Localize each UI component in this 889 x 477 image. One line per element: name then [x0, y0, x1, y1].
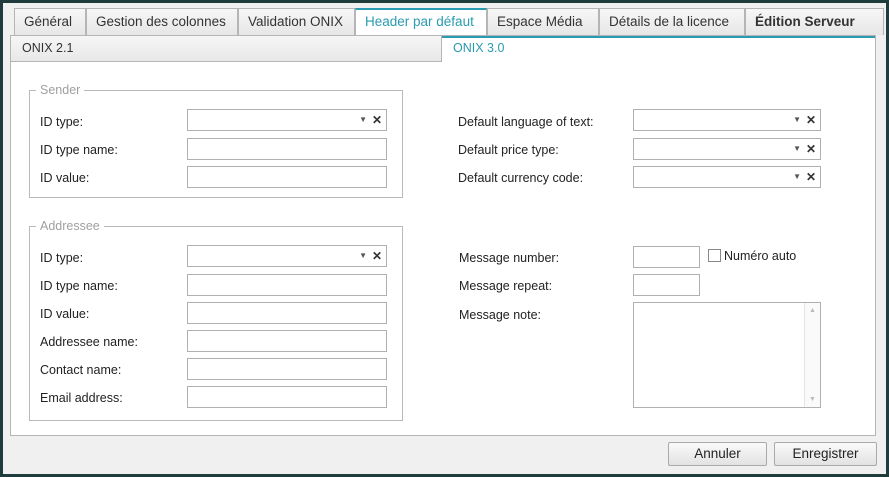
auto-number-checkbox[interactable]	[708, 249, 721, 262]
sender-id-value-label: ID value:	[40, 171, 90, 185]
default-language-select[interactable]: ▼ ✕	[633, 109, 821, 131]
addressee-id-type-label: ID type:	[40, 251, 84, 265]
email-address-input[interactable]	[187, 386, 387, 408]
chevron-down-icon[interactable]: ▼	[359, 251, 367, 261]
subtab-onix-3-0[interactable]: ONIX 3.0	[442, 36, 875, 62]
addressee-id-type-name-label: ID type name:	[40, 279, 118, 293]
message-number-label: Message number:	[459, 251, 560, 265]
sender-id-type-label: ID type:	[40, 115, 84, 129]
contact-name-input[interactable]	[187, 358, 387, 380]
close-icon[interactable]: ✕	[806, 113, 816, 127]
close-icon[interactable]: ✕	[806, 170, 816, 184]
tab-label: Édition Serveur	[755, 14, 855, 29]
tab-media-space[interactable]: Espace Média	[487, 8, 599, 35]
addressee-name-label: Addressee name:	[40, 335, 138, 349]
scroll-up-icon[interactable]: ▲	[805, 307, 820, 314]
default-currency-label: Default currency code:	[458, 171, 584, 185]
addressee-id-value-label: ID value:	[40, 307, 90, 321]
tab-license-details[interactable]: Détails de la licence	[599, 8, 745, 35]
addressee-legend: Addressee	[36, 219, 104, 233]
scroll-down-icon[interactable]: ▼	[805, 396, 820, 403]
close-icon[interactable]: ✕	[372, 113, 382, 127]
message-number-input[interactable]	[633, 246, 700, 268]
tab-label: Espace Média	[497, 14, 583, 29]
sender-id-type-name-label: ID type name:	[40, 143, 118, 157]
default-price-type-select[interactable]: ▼ ✕	[633, 138, 821, 160]
default-price-type-label: Default price type:	[458, 143, 559, 157]
message-note-label: Message note:	[459, 308, 541, 322]
addressee-id-type-select[interactable]: ▼ ✕	[187, 245, 387, 267]
chevron-down-icon[interactable]: ▼	[359, 115, 367, 125]
tab-default-header[interactable]: Header par défaut	[355, 8, 487, 36]
chevron-down-icon[interactable]: ▼	[793, 144, 801, 154]
tab-label: Détails de la licence	[609, 14, 730, 29]
message-repeat-input[interactable]	[633, 274, 700, 296]
contact-name-label: Contact name:	[40, 363, 122, 377]
save-button[interactable]: Enregistrer	[774, 442, 877, 466]
addressee-id-type-name-input[interactable]	[187, 274, 387, 296]
close-icon[interactable]: ✕	[806, 142, 816, 156]
onix-version-tab-bar: ONIX 2.1 ONIX 3.0	[11, 36, 875, 62]
tab-general[interactable]: Général	[14, 8, 86, 35]
chevron-down-icon[interactable]: ▼	[793, 115, 801, 125]
tab-label: Header par défaut	[365, 14, 474, 29]
chevron-down-icon[interactable]: ▼	[793, 172, 801, 182]
tab-server-edition[interactable]: Édition Serveur	[745, 8, 884, 35]
tab-label: Gestion des colonnes	[96, 14, 226, 29]
subtab-label: ONIX 2.1	[22, 41, 74, 55]
sender-id-value-input[interactable]	[187, 166, 387, 188]
addressee-name-input[interactable]	[187, 330, 387, 352]
tab-panel: ONIX 2.1 ONIX 3.0 Sender ID type: ▼ ✕ ID…	[10, 35, 876, 436]
close-icon[interactable]: ✕	[372, 249, 382, 263]
email-address-label: Email address:	[40, 391, 123, 405]
message-note-textarea[interactable]: ▲ ▼	[633, 302, 821, 408]
auto-number-label: Numéro auto	[724, 249, 797, 263]
cancel-button[interactable]: Annuler	[668, 442, 767, 466]
default-currency-select[interactable]: ▼ ✕	[633, 166, 821, 188]
message-note-scrollbar[interactable]: ▲ ▼	[804, 303, 820, 407]
sender-id-type-name-input[interactable]	[187, 138, 387, 160]
tab-onix-validation[interactable]: Validation ONIX	[238, 8, 355, 35]
tab-label: Validation ONIX	[248, 14, 344, 29]
sender-legend: Sender	[36, 83, 85, 97]
tab-label: Général	[24, 14, 73, 29]
default-language-label: Default language of text:	[458, 115, 594, 129]
tab-column-management[interactable]: Gestion des colonnes	[86, 8, 238, 35]
subtab-label: ONIX 3.0	[453, 41, 505, 55]
sender-id-type-select[interactable]: ▼ ✕	[187, 109, 387, 131]
addressee-id-value-input[interactable]	[187, 302, 387, 324]
message-repeat-label: Message repeat:	[459, 279, 553, 293]
subtab-onix-2-1[interactable]: ONIX 2.1	[11, 36, 442, 62]
